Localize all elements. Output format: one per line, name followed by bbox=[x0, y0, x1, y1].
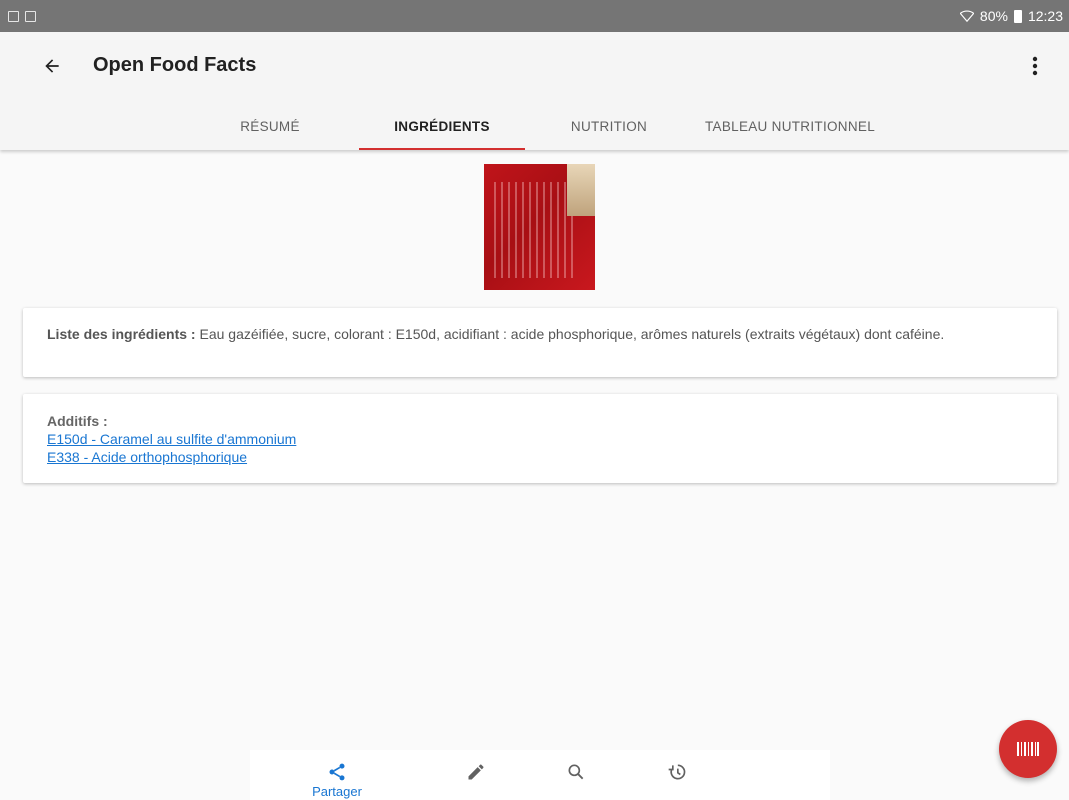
arrow-back-icon bbox=[45, 59, 59, 73]
ingredients-card: Liste des ingrédients : Eau gazéifiée, s… bbox=[23, 308, 1057, 377]
status-indicators: 80% 12:23 bbox=[959, 8, 1063, 24]
edit-icon bbox=[468, 764, 484, 780]
additive-link-e150d[interactable]: E150d - Caramel au sulfite d'ammonium bbox=[47, 430, 1033, 448]
status-bar: 80% 12:23 bbox=[0, 0, 1069, 32]
history-button[interactable] bbox=[647, 750, 707, 800]
edit-button[interactable] bbox=[446, 750, 506, 800]
battery-percent: 80% bbox=[979, 8, 1008, 24]
tab-nutrition[interactable]: NUTRITION bbox=[552, 102, 666, 150]
wifi-icon bbox=[959, 10, 974, 23]
back-button[interactable] bbox=[36, 50, 68, 82]
more-vert-icon bbox=[1032, 56, 1038, 76]
scan-barcode-button[interactable] bbox=[999, 720, 1057, 778]
tab-resume[interactable]: RÉSUMÉ bbox=[220, 102, 320, 150]
tab-bar: RÉSUMÉ INGRÉDIENTS NUTRITION TABLEAU NUT… bbox=[0, 102, 1069, 150]
battery-icon bbox=[1013, 9, 1022, 23]
ingredients-text: Eau gazéifiée, sucre, colorant : E150d, … bbox=[195, 326, 945, 342]
share-icon bbox=[329, 763, 345, 781]
search-button[interactable] bbox=[546, 750, 606, 800]
photo-label-texture bbox=[494, 182, 578, 278]
share-label: Partager bbox=[312, 784, 362, 799]
screenshot-notification-icon bbox=[25, 10, 36, 22]
additives-card: Additifs : E150d - Caramel au sulfite d'… bbox=[23, 394, 1057, 483]
tab-ingredients[interactable]: INGRÉDIENTS bbox=[359, 102, 525, 150]
share-button[interactable]: Partager bbox=[307, 750, 367, 800]
additives-label: Additifs : bbox=[47, 413, 108, 429]
bottom-navigation: Partager bbox=[250, 750, 830, 800]
history-icon bbox=[668, 764, 686, 780]
gallery-notification-icon bbox=[8, 10, 19, 22]
app-title: Open Food Facts bbox=[93, 54, 257, 76]
barcode-icon bbox=[1017, 742, 1039, 756]
status-notifications bbox=[8, 10, 36, 22]
app-bar: Open Food Facts RÉSUMÉ INGRÉDIENTS NUTRI… bbox=[0, 32, 1069, 150]
tab-tableau-nutritionnel[interactable]: TABLEAU NUTRITIONNEL bbox=[690, 102, 890, 150]
ingredients-photo[interactable] bbox=[484, 164, 595, 290]
clock: 12:23 bbox=[1027, 8, 1063, 24]
ingredients-label: Liste des ingrédients : bbox=[47, 326, 196, 342]
overflow-menu-button[interactable] bbox=[1021, 50, 1049, 82]
search-icon bbox=[568, 764, 584, 780]
additive-link-e338[interactable]: E338 - Acide orthophosphorique bbox=[47, 448, 1033, 466]
photo-bottle-detail bbox=[567, 164, 595, 216]
